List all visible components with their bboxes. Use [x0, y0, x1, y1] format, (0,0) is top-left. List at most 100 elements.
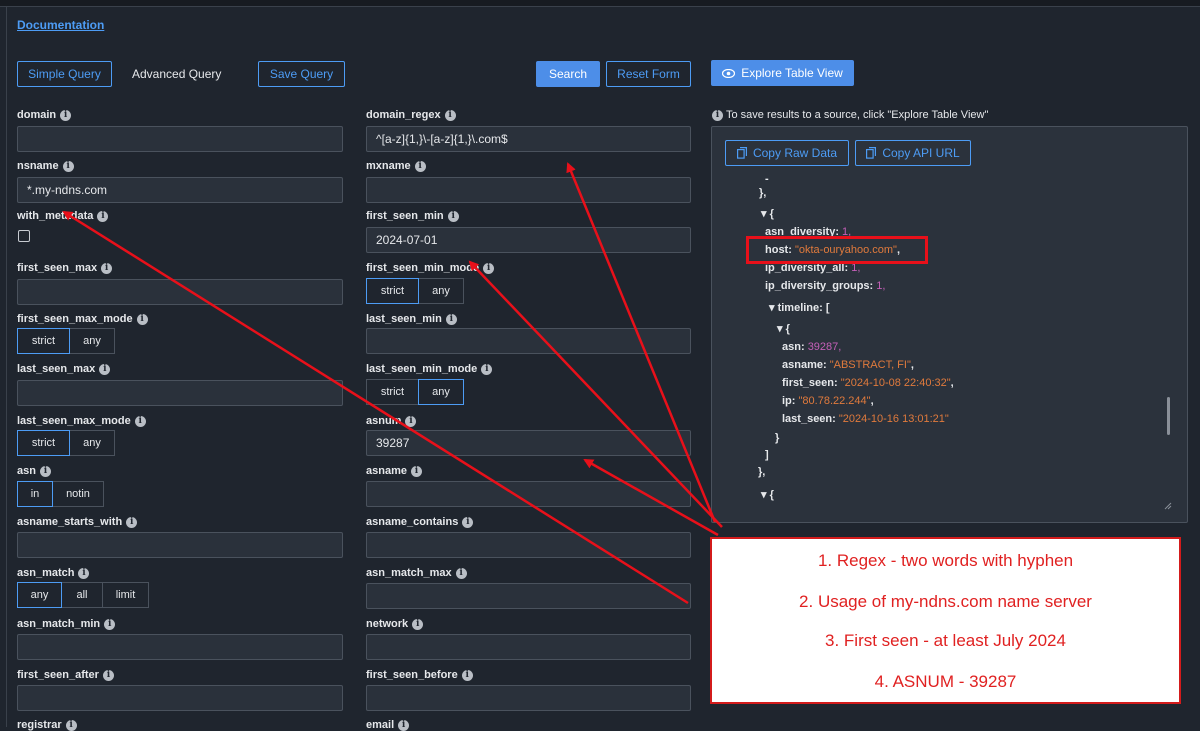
- info-icon[interactable]: i: [62, 160, 74, 172]
- asn-label: asn i: [17, 465, 51, 477]
- info-icon[interactable]: i: [97, 210, 109, 222]
- option-any[interactable]: any: [17, 582, 62, 608]
- info-icon[interactable]: i: [455, 567, 467, 579]
- info-icon[interactable]: i: [414, 160, 426, 172]
- option-in[interactable]: in: [17, 481, 53, 507]
- with-metadata-checkbox[interactable]: [18, 230, 30, 242]
- resize-handle-icon[interactable]: [1164, 502, 1172, 510]
- asname-contains-label: asname_contains i: [366, 516, 474, 528]
- last-seen-max-mode-toggle: strict any: [17, 430, 115, 456]
- annotation-notes-box: 1. Regex - two words with hyphen 2. Usag…: [710, 537, 1181, 704]
- domain-regex-label: domain_regex i: [366, 109, 456, 121]
- info-icon[interactable]: i: [447, 210, 459, 222]
- explore-table-view-button[interactable]: Explore Table View: [711, 60, 854, 86]
- save-query-button[interactable]: Save Query: [258, 61, 345, 87]
- first-seen-min-mode-toggle: strict any: [366, 278, 464, 304]
- json-line: last_seen: "2024-10-16 13:01:21": [782, 413, 949, 425]
- info-icon[interactable]: i: [410, 465, 422, 477]
- copy-raw-data-button[interactable]: Copy Raw Data: [725, 140, 849, 166]
- asn-match-label: asn_match i: [17, 567, 90, 579]
- info-icon[interactable]: i: [412, 618, 424, 630]
- note-asnum: 4. ASNUM - 39287: [874, 672, 1017, 691]
- option-any[interactable]: any: [418, 278, 464, 304]
- json-line: asn: 39287,: [782, 341, 842, 353]
- asname-input[interactable]: [366, 481, 691, 507]
- info-icon[interactable]: i: [99, 363, 111, 375]
- option-limit[interactable]: limit: [102, 582, 149, 608]
- asname-starts-with-input[interactable]: [17, 532, 343, 558]
- nsname-input[interactable]: *.my-ndns.com: [17, 177, 343, 203]
- search-button[interactable]: Search: [536, 61, 600, 87]
- info-icon[interactable]: i: [78, 567, 90, 579]
- json-line: ]: [765, 449, 769, 461]
- option-all[interactable]: all: [61, 582, 103, 608]
- simple-query-button[interactable]: Simple Query: [17, 61, 112, 87]
- last-seen-min-input[interactable]: [366, 328, 691, 354]
- advanced-query-tab[interactable]: Advanced Query: [132, 67, 221, 81]
- info-icon[interactable]: i: [398, 719, 410, 731]
- info-icon[interactable]: i: [445, 313, 457, 325]
- asname-label: asname i: [366, 465, 422, 477]
- last-seen-max-input[interactable]: [17, 380, 343, 406]
- note-regex: 1. Regex - two words with hyphen: [817, 551, 1074, 570]
- asn-match-toggle: any all limit: [17, 582, 149, 608]
- info-icon[interactable]: i: [136, 313, 148, 325]
- domain-regex-input[interactable]: ^[a-z]{1,}\-[a-z]{1,}\.com$: [366, 126, 691, 152]
- info-icon[interactable]: i: [101, 262, 113, 274]
- collapse-caret-icon[interactable]: ▾: [761, 489, 770, 501]
- save-note: i To save results to a source, click "Ex…: [712, 109, 988, 121]
- json-scrollbar-thumb[interactable]: [1167, 397, 1170, 435]
- option-strict[interactable]: strict: [366, 278, 419, 304]
- info-icon[interactable]: i: [481, 363, 493, 375]
- first-seen-before-input[interactable]: [366, 685, 691, 711]
- json-line: ▾ timeline: [: [769, 302, 830, 314]
- info-icon[interactable]: i: [405, 415, 417, 427]
- asname-contains-input[interactable]: [366, 532, 691, 558]
- info-icon[interactable]: i: [60, 109, 72, 121]
- asn-match-max-input[interactable]: [366, 583, 691, 609]
- first-seen-max-mode-toggle: strict any: [17, 328, 115, 354]
- info-icon[interactable]: i: [104, 618, 116, 630]
- info-icon[interactable]: i: [102, 669, 114, 681]
- info-icon[interactable]: i: [126, 516, 138, 528]
- first-seen-max-input[interactable]: [17, 279, 343, 305]
- option-notin[interactable]: notin: [52, 481, 104, 507]
- info-icon[interactable]: i: [65, 719, 77, 731]
- first-seen-max-label: first_seen_max i: [17, 262, 113, 274]
- last-seen-max-label: last_seen_max i: [17, 363, 111, 375]
- last-seen-min-mode-label: last_seen_min_mode i: [366, 363, 493, 375]
- asn-match-min-input[interactable]: [17, 634, 343, 660]
- last-seen-max-mode-label: last_seen_max_mode i: [17, 415, 146, 427]
- collapse-caret-icon[interactable]: ▾: [761, 208, 770, 220]
- documentation-link[interactable]: Documentation: [17, 18, 104, 32]
- mxname-input[interactable]: [366, 177, 691, 203]
- domain-label: domain i: [17, 109, 72, 121]
- domain-input[interactable]: [17, 126, 343, 152]
- option-strict[interactable]: strict: [17, 328, 70, 354]
- option-any[interactable]: any: [69, 328, 115, 354]
- first-seen-min-input[interactable]: 2024-07-01: [366, 227, 691, 253]
- json-line: ▾ {: [777, 323, 790, 335]
- host-highlight-box: [746, 236, 928, 264]
- info-icon[interactable]: i: [39, 465, 51, 477]
- info-icon[interactable]: i: [444, 109, 456, 121]
- option-any[interactable]: any: [69, 430, 115, 456]
- info-icon[interactable]: i: [134, 415, 146, 427]
- info-icon[interactable]: i: [462, 516, 474, 528]
- first-seen-after-input[interactable]: [17, 685, 343, 711]
- info-icon[interactable]: i: [483, 262, 495, 274]
- collapse-caret-icon[interactable]: ▾: [769, 302, 778, 314]
- json-line: ▾ {: [761, 208, 774, 220]
- info-icon[interactable]: i: [461, 669, 473, 681]
- copy-api-url-button[interactable]: Copy API URL: [855, 140, 971, 166]
- option-strict[interactable]: strict: [366, 379, 419, 405]
- registrar-label: registrar i: [17, 719, 77, 731]
- copy-icon: [736, 147, 747, 159]
- asnum-input[interactable]: 39287: [366, 430, 691, 456]
- option-any[interactable]: any: [418, 379, 464, 405]
- collapse-caret-icon[interactable]: ▾: [777, 323, 786, 335]
- json-results-panel[interactable]: Copy Raw Data Copy API URL - }, ▾ { asn_…: [711, 126, 1188, 523]
- option-strict[interactable]: strict: [17, 430, 70, 456]
- network-input[interactable]: [366, 634, 691, 660]
- reset-form-button[interactable]: Reset Form: [606, 61, 691, 87]
